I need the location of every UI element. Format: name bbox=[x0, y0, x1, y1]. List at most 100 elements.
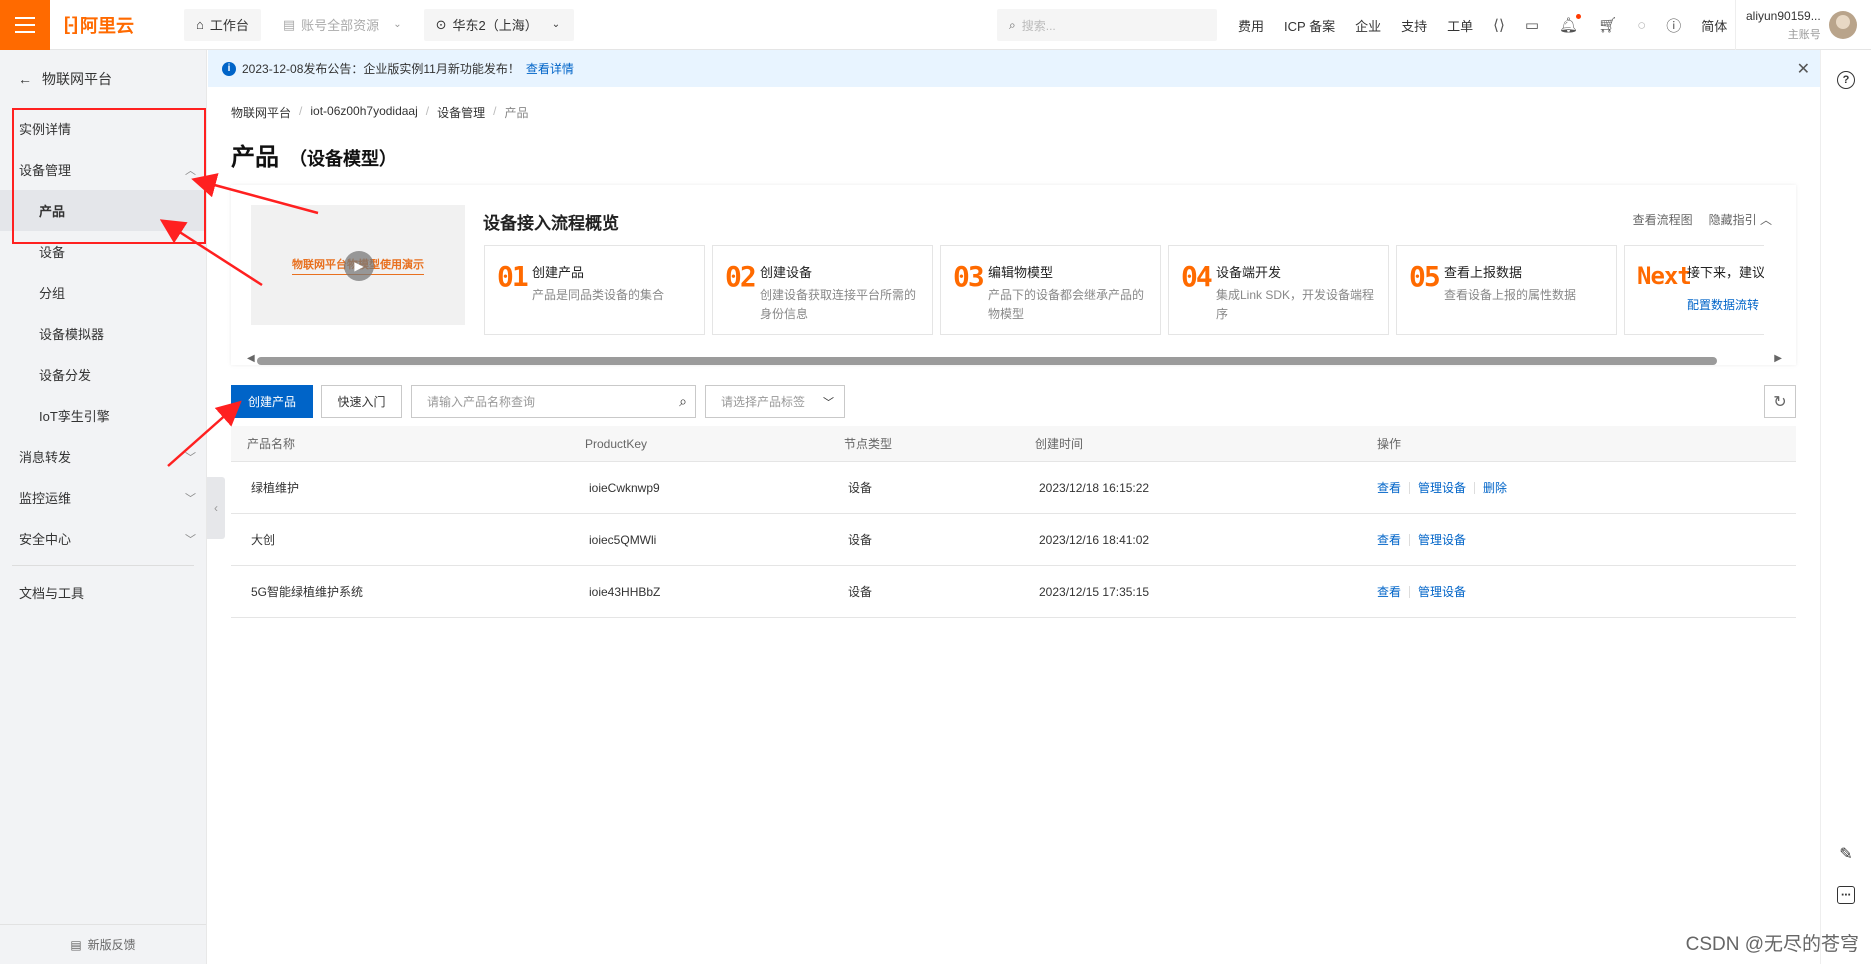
product-tag-select[interactable]: 请选择产品标签 ﹀ bbox=[705, 385, 845, 418]
region-dropdown[interactable]: ⊙ 华东2（上海） ⌄ bbox=[423, 8, 575, 41]
guide-scrollbar[interactable]: ◀ ▶ bbox=[247, 353, 1782, 365]
view-link[interactable]: 查看 bbox=[1377, 583, 1401, 600]
chevron-up-icon: ︿ bbox=[185, 164, 196, 177]
edit-icon[interactable]: ✎ bbox=[1837, 845, 1855, 863]
sidebar-item-security-center[interactable]: 安全中心 ﹀ bbox=[0, 518, 206, 559]
sidebar-item-device-simulator[interactable]: 设备模拟器 bbox=[0, 313, 206, 354]
page-subtitle: （设备模型） bbox=[289, 149, 397, 169]
account-menu[interactable]: aliyun90159... 主账号 bbox=[1735, 0, 1857, 50]
nav-billing[interactable]: 费用 bbox=[1238, 16, 1264, 35]
sidebar-item-device-distribution[interactable]: 设备分发 bbox=[0, 354, 206, 395]
avatar[interactable] bbox=[1828, 11, 1857, 39]
home-icon: ⌂ bbox=[196, 17, 204, 32]
list-icon: ▤ bbox=[282, 16, 296, 32]
quickstart-button[interactable]: 快速入门 bbox=[321, 385, 402, 418]
scrollbar-thumb[interactable] bbox=[257, 357, 1717, 365]
breadcrumb-iot-platform[interactable]: 物联网平台 bbox=[231, 104, 291, 121]
product-name: 绿植维护 bbox=[251, 481, 300, 495]
breadcrumb-separator: / bbox=[299, 104, 303, 118]
nav-enterprise[interactable]: 企业 bbox=[1355, 16, 1381, 35]
sidebar-item-groups[interactable]: 分组 bbox=[0, 272, 206, 313]
product-key: ioie43HHBbZ bbox=[589, 584, 661, 599]
scroll-left-icon[interactable]: ◀ bbox=[247, 353, 255, 364]
manage-devices-link[interactable]: 管理设备 bbox=[1418, 583, 1466, 600]
guide-step-create-device[interactable]: 02 创建设备 创建设备获取连接平台所需的身份信息 bbox=[712, 245, 933, 335]
sidebar-collapse-handle[interactable]: ‹ bbox=[207, 477, 225, 539]
created-time: 2023/12/16 18:41:02 bbox=[1039, 532, 1150, 547]
scroll-right-icon[interactable]: ▶ bbox=[1774, 353, 1782, 364]
sidebar-item-monitoring[interactable]: 监控运维 ﹀ bbox=[0, 477, 206, 518]
code-icon[interactable]: ⟨⟩ bbox=[1493, 16, 1505, 34]
close-icon[interactable]: ✕ bbox=[1797, 59, 1810, 79]
view-link[interactable]: 查看 bbox=[1377, 479, 1401, 496]
sidebar-item-message-forwarding[interactable]: 消息转发 ﹀ bbox=[0, 436, 206, 477]
global-search-input[interactable]: ⌕ 搜索... bbox=[997, 9, 1217, 41]
announcement-bar: i 2023-12-08发布公告：企业版实例11月新功能发布！ 查看详情 ✕ bbox=[208, 50, 1820, 87]
bell-icon[interactable]: 🔔︎ bbox=[1559, 14, 1582, 34]
demo-video[interactable]: 物联网平台物模型使用演示 ▶ bbox=[251, 205, 465, 325]
help-icon[interactable]: ⓘ bbox=[1666, 15, 1681, 36]
nav-icp[interactable]: ICP 备案 bbox=[1284, 16, 1335, 35]
manage-devices-link[interactable]: 管理设备 bbox=[1418, 479, 1466, 496]
sidebar-divider bbox=[12, 565, 194, 566]
top-bar: [-] 阿里云 ⌂ 工作台 ▤ 账号全部资源 ⌄ ⊙ 华东2（上海） ⌄ ⌕ 搜… bbox=[0, 0, 1871, 50]
resources-dropdown[interactable]: ▤ 账号全部资源 ⌄ bbox=[270, 8, 414, 41]
sidebar-item-docs-tools[interactable]: 文档与工具 bbox=[0, 572, 206, 613]
workbench-button[interactable]: ⌂ 工作台 bbox=[184, 8, 261, 41]
lightbulb-icon[interactable]: ○ bbox=[1637, 17, 1646, 34]
breadcrumb-current: 产品 bbox=[504, 106, 529, 120]
guide-step-next[interactable]: Next 接下来，建议您配 配置数据流转 bbox=[1624, 245, 1764, 335]
watermark: CSDN @无尽的苍穹 bbox=[1685, 934, 1859, 955]
play-icon[interactable]: ▶ bbox=[344, 251, 374, 281]
sidebar-item-device-management[interactable]: 设备管理 ︿ bbox=[0, 149, 206, 190]
table-row: 5G智能绿植维护系统 ioie43HHBbZ 设备 2023/12/15 17:… bbox=[231, 566, 1796, 618]
refresh-icon[interactable]: ↻ bbox=[1764, 385, 1796, 418]
menu-icon[interactable] bbox=[0, 0, 50, 50]
sidebar-item-devices[interactable]: 设备 bbox=[0, 231, 206, 272]
breadcrumb-device-management[interactable]: 设备管理 bbox=[437, 104, 485, 121]
nav-support[interactable]: 支持 bbox=[1401, 16, 1427, 35]
feedback-button[interactable]: ▤ 新版反馈 bbox=[0, 924, 206, 964]
back-to-iot-platform[interactable]: ← 物联网平台 bbox=[0, 50, 206, 108]
guide-steps: 01 创建产品 产品是同品类设备的集合 02 创建设备 创建设备获取连接平台所需… bbox=[484, 245, 1764, 335]
sidebar-item-instance-details[interactable]: 实例详情 bbox=[0, 108, 206, 149]
nav-ticket[interactable]: 工单 bbox=[1447, 16, 1473, 35]
manage-devices-link[interactable]: 管理设备 bbox=[1418, 531, 1466, 548]
node-type: 设备 bbox=[848, 585, 873, 599]
guide-step-edit-thing-model[interactable]: 03 编辑物模型 产品下的设备都会继承产品的物模型 bbox=[940, 245, 1161, 335]
hide-guide-link[interactable]: 隐藏指引 ︿ bbox=[1709, 211, 1772, 228]
terminal-icon[interactable]: ▭ bbox=[1525, 16, 1539, 34]
create-product-button[interactable]: 创建产品 bbox=[231, 385, 313, 418]
configure-data-flow-link[interactable]: 配置数据流转 bbox=[1687, 296, 1759, 313]
search-icon[interactable]: ⌕ bbox=[679, 393, 687, 410]
guide-step-create-product[interactable]: 01 创建产品 产品是同品类设备的集合 bbox=[484, 245, 705, 335]
feedback-icon: ▤ bbox=[70, 937, 82, 952]
guide-step-device-dev[interactable]: 04 设备端开发 集成Link SDK，开发设备端程序 bbox=[1168, 245, 1389, 335]
view-flowchart-link[interactable]: 查看流程图 bbox=[1633, 211, 1693, 228]
delete-link[interactable]: 删除 bbox=[1483, 479, 1507, 496]
table-row: 大创 ioiec5QMWli 设备 2023/12/16 18:41:02 查看… bbox=[231, 514, 1796, 566]
table-header: 产品名称 ProductKey 节点类型 创建时间 操作 bbox=[231, 426, 1796, 462]
aliyun-logo[interactable]: [-] 阿里云 bbox=[64, 12, 174, 38]
help-icon[interactable]: ? bbox=[1837, 71, 1855, 89]
cart-icon[interactable]: 🛒︎ bbox=[1598, 16, 1617, 34]
info-icon: i bbox=[222, 61, 236, 76]
sidebar-item-products[interactable]: 产品 bbox=[0, 190, 206, 231]
language-switch[interactable]: 简体 bbox=[1701, 16, 1727, 35]
announcement-link[interactable]: 查看详情 bbox=[526, 60, 574, 77]
breadcrumb-separator: / bbox=[493, 104, 497, 118]
guide-step-view-data[interactable]: 05 查看上报数据 查看设备上报的属性数据 bbox=[1396, 245, 1617, 335]
chevron-down-icon: ﹀ bbox=[823, 397, 834, 409]
chevron-down-icon: ﹀ bbox=[185, 451, 196, 464]
view-link[interactable]: 查看 bbox=[1377, 531, 1401, 548]
chat-icon[interactable]: ⋯ bbox=[1837, 886, 1855, 904]
sidebar-item-iot-twin-engine[interactable]: IoT孪生引擎 bbox=[0, 395, 206, 436]
onboarding-guide: 物联网平台物模型使用演示 ▶ 设备接入流程概览 查看流程图 隐藏指引 ︿ 01 … bbox=[231, 185, 1796, 365]
product-search-input[interactable]: 请输入产品名称查询 ⌕ bbox=[411, 385, 696, 418]
breadcrumb-instance[interactable]: iot-06z00h7yodidaaj bbox=[310, 104, 417, 121]
col-node-type: 节点类型 bbox=[844, 437, 893, 451]
location-icon: ⊙ bbox=[435, 16, 447, 32]
chevron-down-icon: ⌄ bbox=[393, 19, 402, 30]
search-icon: ⌕ bbox=[1009, 17, 1016, 32]
arrow-left-icon: ← bbox=[18, 71, 32, 87]
